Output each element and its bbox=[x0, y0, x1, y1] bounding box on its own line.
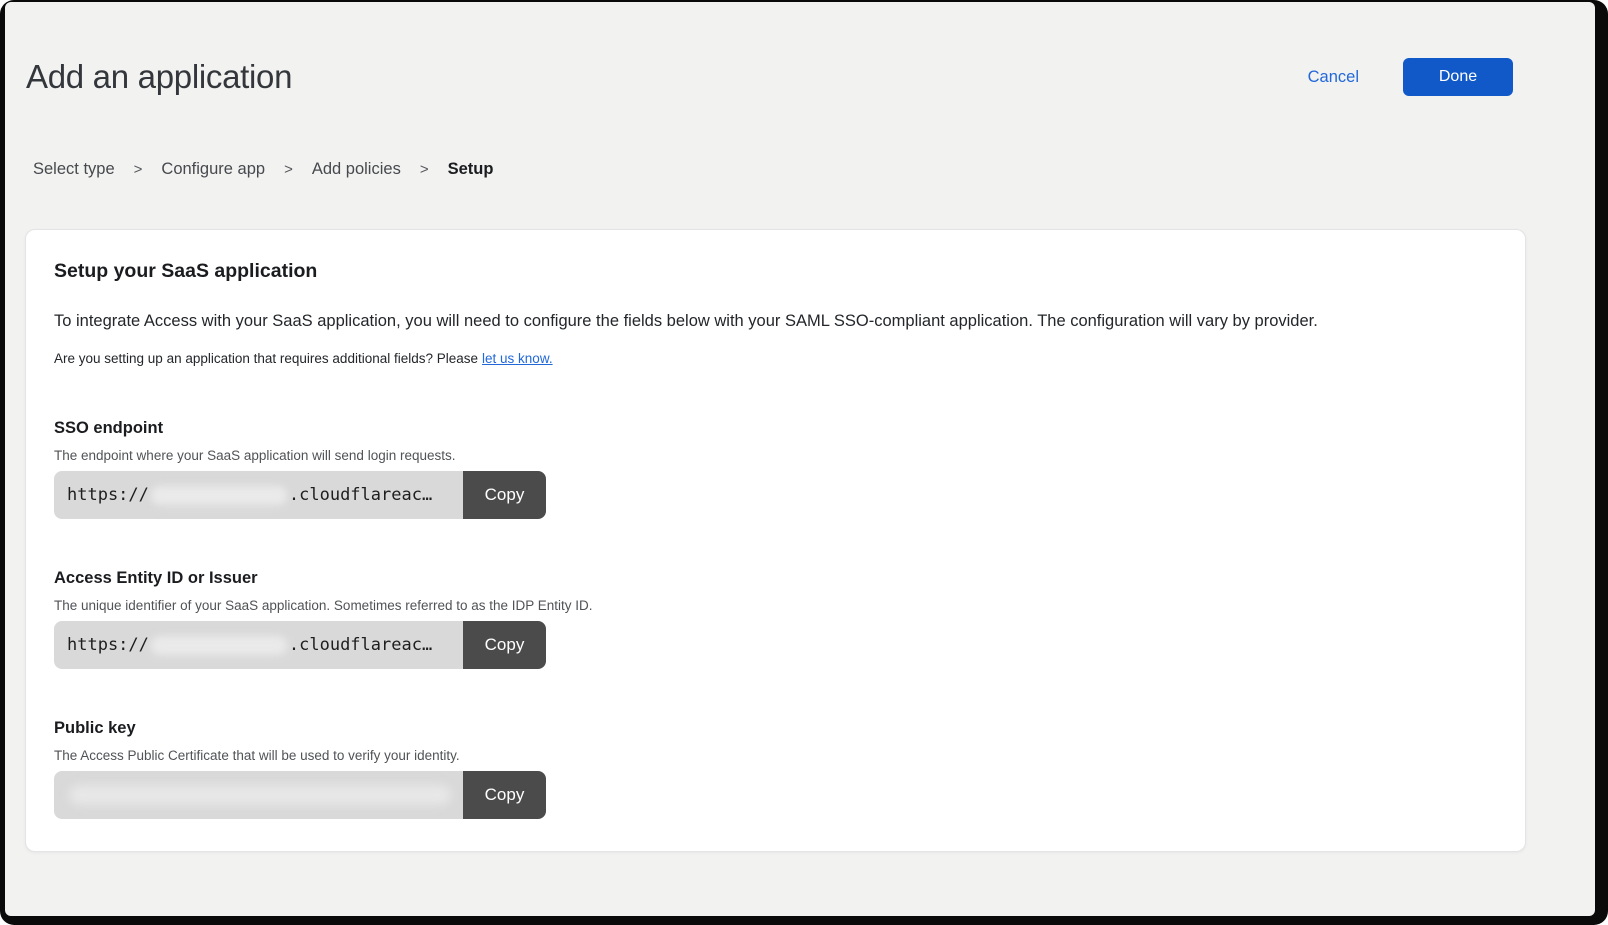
cancel-button[interactable]: Cancel bbox=[1308, 68, 1359, 87]
value-suffix: .cloudflareac… bbox=[289, 635, 432, 655]
value-prefix: https:// bbox=[67, 635, 149, 655]
page-header: Add an application Cancel Done bbox=[5, 2, 1595, 96]
value-row: Copy bbox=[54, 771, 546, 819]
page-background: Add an application Cancel Done Select ty… bbox=[5, 2, 1595, 916]
field-label: SSO endpoint bbox=[54, 419, 1495, 438]
breadcrumb-configure-app[interactable]: Configure app bbox=[161, 160, 265, 179]
field-label: Access Entity ID or Issuer bbox=[54, 569, 1495, 588]
field-description: The endpoint where your SaaS application… bbox=[54, 448, 1495, 463]
done-button[interactable]: Done bbox=[1403, 58, 1513, 96]
redacted-value bbox=[69, 785, 451, 805]
value-row: https:// .cloudflareac… Copy bbox=[54, 471, 546, 519]
breadcrumb-select-type[interactable]: Select type bbox=[33, 160, 115, 179]
breadcrumb-separator: > bbox=[284, 161, 293, 178]
field-public-key: Public key The Access Public Certificate… bbox=[54, 719, 1495, 819]
breadcrumb-separator: > bbox=[134, 161, 143, 178]
note-question: Are you setting up an application that r… bbox=[54, 351, 478, 366]
field-label: Public key bbox=[54, 719, 1495, 738]
value-prefix: https:// bbox=[67, 485, 149, 505]
value-suffix: .cloudflareac… bbox=[289, 485, 432, 505]
card-heading: Setup your SaaS application bbox=[54, 260, 1495, 283]
access-entity-id-value-box: https:// .cloudflareac… bbox=[54, 621, 463, 669]
copy-button[interactable]: Copy bbox=[463, 471, 546, 519]
field-description: The unique identifier of your SaaS appli… bbox=[54, 598, 1495, 613]
additional-fields-note: Are you setting up an application that r… bbox=[54, 350, 1495, 367]
breadcrumb: Select type > Configure app > Add polici… bbox=[5, 160, 1595, 179]
breadcrumb-separator: > bbox=[420, 161, 429, 178]
breadcrumb-add-policies[interactable]: Add policies bbox=[312, 160, 401, 179]
copy-button[interactable]: Copy bbox=[463, 621, 546, 669]
intro-text: To integrate Access with your SaaS appli… bbox=[54, 310, 1495, 332]
field-access-entity-id: Access Entity ID or Issuer The unique id… bbox=[54, 569, 1495, 669]
public-key-value-box bbox=[54, 771, 463, 819]
header-actions: Cancel Done bbox=[1308, 58, 1513, 96]
breadcrumb-setup: Setup bbox=[448, 160, 494, 179]
value-row: https:// .cloudflareac… Copy bbox=[54, 621, 546, 669]
setup-card: Setup your SaaS application To integrate… bbox=[25, 229, 1526, 852]
copy-button[interactable]: Copy bbox=[463, 771, 546, 819]
redacted-value bbox=[151, 636, 287, 655]
window-frame: Add an application Cancel Done Select ty… bbox=[0, 0, 1608, 925]
field-description: The Access Public Certificate that will … bbox=[54, 748, 1495, 763]
redacted-value bbox=[151, 486, 287, 505]
field-sso-endpoint: SSO endpoint The endpoint where your Saa… bbox=[54, 419, 1495, 519]
sso-endpoint-value-box: https:// .cloudflareac… bbox=[54, 471, 463, 519]
page-title: Add an application bbox=[26, 58, 292, 96]
let-us-know-link[interactable]: let us know. bbox=[482, 351, 553, 366]
